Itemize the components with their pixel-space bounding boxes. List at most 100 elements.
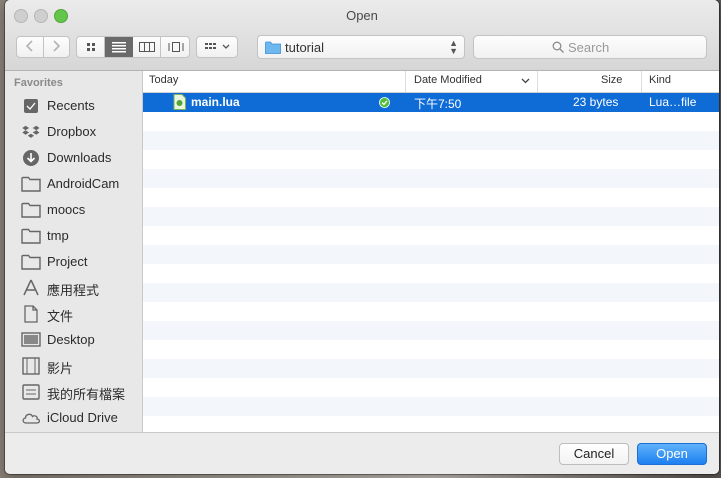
sidebar-item-label: tmp bbox=[47, 228, 69, 243]
file-kind: Lua…file bbox=[649, 95, 697, 109]
column-name[interactable]: Today bbox=[149, 74, 178, 86]
open-dialog: Open tutorial ▲ ▼ Search Favorites Recen… bbox=[5, 0, 719, 474]
empty-row bbox=[143, 302, 719, 321]
folder-icon bbox=[265, 41, 281, 54]
sidebar-item-documents[interactable]: 文件 bbox=[5, 301, 142, 327]
empty-row bbox=[143, 416, 719, 432]
empty-row bbox=[143, 188, 719, 207]
sidebar-item-label: 影片 bbox=[47, 361, 74, 376]
search-placeholder: Search bbox=[568, 40, 610, 55]
location-popup[interactable]: tutorial ▲ ▼ bbox=[257, 35, 465, 59]
file-modified: 下午7:50 bbox=[414, 97, 462, 111]
column-kind[interactable]: Kind bbox=[649, 74, 671, 86]
sidebar-item-recents[interactable]: Recents bbox=[5, 93, 142, 119]
sort-chevron-down-icon bbox=[521, 78, 530, 84]
search-field[interactable]: Search bbox=[473, 35, 707, 59]
divider bbox=[43, 37, 44, 57]
cover-flow-icon bbox=[168, 42, 184, 52]
downloads-icon bbox=[23, 150, 39, 166]
sidebar-item-label: AndroidCam bbox=[47, 176, 120, 191]
back-button[interactable] bbox=[25, 39, 35, 56]
lua-file-icon bbox=[173, 94, 186, 110]
sidebar-item-label: 文件 bbox=[47, 309, 74, 324]
empty-row bbox=[143, 245, 719, 264]
empty-row bbox=[143, 169, 719, 188]
empty-row bbox=[143, 340, 719, 359]
view-mode-group bbox=[76, 36, 190, 58]
desktop-icon bbox=[21, 332, 41, 347]
file-name: main.lua bbox=[191, 95, 240, 109]
sidebar-section-favorites: Favorites bbox=[14, 77, 63, 89]
sidebar-item-desktop[interactable]: Desktop bbox=[5, 327, 142, 353]
sidebar-item-dropbox[interactable]: Dropbox bbox=[5, 119, 142, 145]
sidebar-item-tmp[interactable]: tmp bbox=[5, 223, 142, 249]
sidebar-item-label: Project bbox=[47, 254, 88, 269]
folder-icon bbox=[21, 202, 41, 218]
sidebar-item-applications[interactable]: 應用程式 bbox=[5, 275, 142, 301]
empty-row bbox=[143, 150, 719, 169]
titlebar: Open tutorial ▲ ▼ Search bbox=[5, 0, 719, 71]
arrange-button[interactable] bbox=[196, 36, 238, 58]
empty-row bbox=[143, 207, 719, 226]
window-title: Open bbox=[346, 8, 378, 23]
sidebar-item-label: moocs bbox=[47, 202, 86, 217]
file-size: 23 bytes bbox=[573, 95, 619, 109]
column-header: Today Date Modified Size Kind bbox=[143, 71, 719, 93]
movies-icon bbox=[22, 357, 40, 375]
forward-button[interactable] bbox=[51, 39, 61, 56]
sidebar-item-androidcam[interactable]: AndroidCam bbox=[5, 171, 142, 197]
recents-icon bbox=[24, 99, 38, 113]
sidebar-item-label: 應用程式 bbox=[47, 283, 100, 298]
column-size[interactable]: Size bbox=[601, 74, 622, 86]
cancel-button[interactable]: Cancel bbox=[559, 443, 629, 465]
sidebar: Favorites Recents Dropbox Downloads Andr… bbox=[5, 71, 143, 432]
all-files-icon bbox=[22, 384, 40, 400]
sidebar-item-movies[interactable]: 影片 bbox=[5, 353, 142, 379]
empty-row bbox=[143, 378, 719, 397]
sidebar-item-label: Dropbox bbox=[47, 124, 97, 139]
column-view-button[interactable] bbox=[133, 37, 161, 57]
stepper-icon: ▲ ▼ bbox=[449, 38, 458, 56]
empty-row bbox=[143, 283, 719, 302]
sidebar-item-all-files[interactable]: 我的所有檔案 bbox=[5, 379, 142, 405]
sidebar-item-label: Desktop bbox=[47, 332, 95, 347]
icloud-icon bbox=[22, 413, 41, 424]
applications-icon bbox=[23, 279, 39, 296]
sidebar-item-label: iCloud Drive bbox=[47, 410, 118, 425]
dialog-footer: Cancel Open bbox=[5, 432, 719, 474]
sidebar-item-downloads[interactable]: Downloads bbox=[5, 145, 142, 171]
sidebar-item-label: Downloads bbox=[47, 150, 112, 165]
sidebar-item-label: 我的所有檔案 bbox=[47, 387, 126, 402]
location-label: tutorial bbox=[285, 40, 325, 55]
file-list: Today Date Modified Size Kind main.lua 下 bbox=[143, 71, 719, 432]
cover-flow-button[interactable] bbox=[161, 37, 189, 57]
grid-icon bbox=[87, 43, 95, 51]
folder-icon bbox=[21, 254, 41, 270]
empty-row bbox=[143, 112, 719, 131]
empty-row bbox=[143, 321, 719, 340]
dropbox-icon bbox=[22, 125, 40, 138]
arrange-grid-icon bbox=[205, 43, 230, 49]
empty-row bbox=[143, 264, 719, 283]
back-forward-group bbox=[16, 36, 70, 58]
icon-view-button[interactable] bbox=[77, 37, 105, 57]
column-date-modified[interactable]: Date Modified bbox=[414, 74, 482, 86]
open-button[interactable]: Open bbox=[637, 443, 707, 465]
sync-status-icon bbox=[379, 97, 390, 108]
sidebar-item-project[interactable]: Project bbox=[5, 249, 142, 275]
empty-row bbox=[143, 359, 719, 378]
documents-icon bbox=[24, 305, 38, 323]
empty-row bbox=[143, 397, 719, 416]
sidebar-item-label: Recents bbox=[47, 98, 95, 113]
search-icon bbox=[552, 41, 564, 53]
folder-icon bbox=[21, 228, 41, 244]
sidebar-item-moocs[interactable]: moocs bbox=[5, 197, 142, 223]
table-row[interactable]: main.lua 下午7:50 23 bytes Lua…file bbox=[143, 93, 719, 112]
columns-icon bbox=[139, 42, 155, 52]
list-icon bbox=[112, 42, 126, 53]
folder-icon bbox=[21, 176, 41, 192]
chevron-left-icon bbox=[25, 40, 33, 52]
list-view-button[interactable] bbox=[105, 37, 133, 57]
sidebar-item-icloud-drive[interactable]: iCloud Drive bbox=[5, 405, 142, 431]
empty-row bbox=[143, 131, 719, 150]
